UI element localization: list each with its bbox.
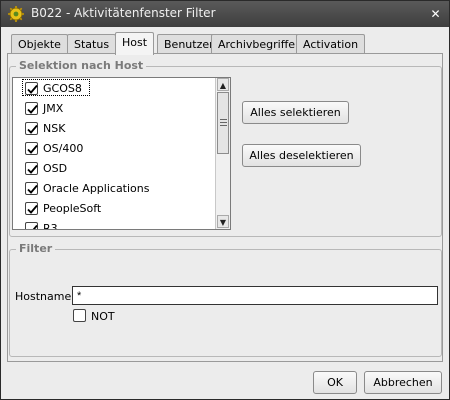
- checkbox-checked[interactable]: [25, 222, 38, 229]
- deselect-all-button[interactable]: Alles deselektieren: [242, 144, 361, 167]
- host-item-label: R3: [43, 222, 58, 230]
- scroll-down-arrow-icon[interactable]: ▼: [217, 215, 229, 228]
- title-bar[interactable]: B022 - Aktivitätenfenster Filter ✕: [1, 1, 449, 27]
- ok-button[interactable]: OK: [313, 371, 357, 394]
- window-title: B022 - Aktivitätenfenster Filter: [31, 6, 216, 20]
- filter-legend: Filter: [16, 242, 56, 255]
- checkbox-checked[interactable]: [25, 102, 38, 115]
- hostname-input[interactable]: [72, 286, 438, 305]
- host-item-label: NSK: [43, 122, 66, 135]
- app-icon: [7, 5, 25, 23]
- host-item-r3[interactable]: R3: [13, 219, 213, 230]
- host-item-os400[interactable]: OS/400: [13, 139, 213, 159]
- checkbox-checked[interactable]: [25, 142, 38, 155]
- host-item-oracle-applications[interactable]: Oracle Applications: [13, 179, 213, 199]
- close-icon[interactable]: ✕: [428, 7, 443, 21]
- host-item-label: Oracle Applications: [43, 182, 150, 195]
- tab-objekte[interactable]: Objekte: [11, 34, 68, 54]
- host-item-label: JMX: [43, 102, 64, 115]
- checkbox-checked[interactable]: [25, 162, 38, 175]
- tab-status[interactable]: Status: [67, 34, 117, 54]
- host-item-label: OS/400: [43, 142, 84, 155]
- select-all-button[interactable]: Alles selektieren: [242, 101, 349, 124]
- host-item-label: OSD: [43, 162, 68, 175]
- host-item-label: PeopleSoft: [43, 202, 102, 215]
- host-item-jmx[interactable]: JMX: [13, 99, 213, 119]
- checkbox-checked[interactable]: [25, 182, 38, 195]
- scroll-thumb[interactable]: [217, 92, 229, 154]
- tab-host[interactable]: Host: [115, 32, 155, 55]
- list-scrollbar[interactable]: ▲ ▼: [215, 78, 230, 229]
- not-label: NOT: [91, 310, 115, 323]
- host-selection-legend: Selektion nach Host: [16, 59, 147, 72]
- host-item-osd[interactable]: OSD: [13, 159, 213, 179]
- not-checkbox[interactable]: [73, 309, 86, 322]
- tab-archivbegriffe[interactable]: Archivbegriffe: [211, 34, 303, 54]
- host-item-gcos8[interactable]: GCOS8: [13, 79, 213, 99]
- dialog-window: B022 - Aktivitätenfenster Filter ✕ Objek…: [0, 0, 450, 400]
- hostname-label: Hostname:: [15, 290, 75, 303]
- tab-activation[interactable]: Activation: [296, 34, 366, 54]
- tab-bar: Objekte Status Host Benutzer Archivbegri…: [11, 32, 441, 55]
- checkbox-checked[interactable]: [25, 202, 38, 215]
- host-item-nsk[interactable]: NSK: [13, 119, 213, 139]
- checkbox-checked[interactable]: [25, 82, 38, 95]
- host-list[interactable]: GCOS8 JMX NSK OS/400 OSD Oracle Applicat…: [12, 77, 231, 230]
- scroll-up-arrow-icon[interactable]: ▲: [217, 78, 229, 91]
- host-item-peoplesoft[interactable]: PeopleSoft: [13, 199, 213, 219]
- host-item-label: GCOS8: [43, 82, 82, 95]
- cancel-button[interactable]: Abbrechen: [364, 371, 442, 394]
- checkbox-checked[interactable]: [25, 122, 38, 135]
